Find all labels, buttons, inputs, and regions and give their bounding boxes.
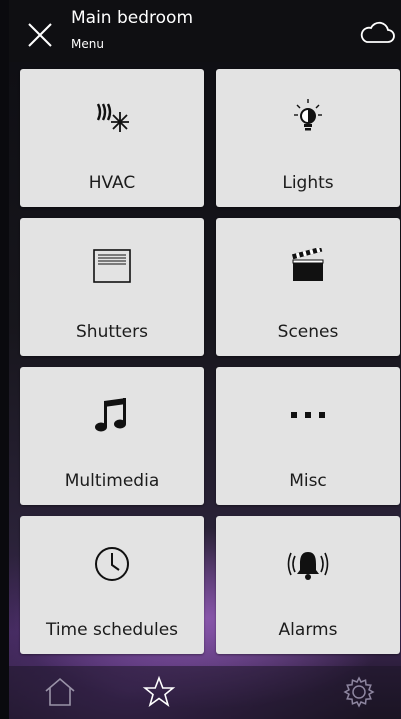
bottom-navigation <box>9 666 401 719</box>
tile-alarms[interactable]: Alarms <box>216 516 400 654</box>
tile-label: HVAC <box>88 173 136 193</box>
tile-lights[interactable]: Lights <box>216 69 400 207</box>
tile-time-schedules[interactable]: Time schedules <box>20 516 204 654</box>
tile-label: Misc <box>289 471 327 491</box>
tile-misc[interactable]: Misc <box>216 367 400 505</box>
page-subtitle: Menu <box>71 37 104 51</box>
tile-label: Scenes <box>277 322 339 342</box>
close-icon <box>28 23 52 47</box>
settings-gear-icon <box>343 676 375 708</box>
close-button[interactable] <box>23 18 57 52</box>
clock-icon <box>88 544 136 584</box>
tile-shutters[interactable]: Shutters <box>20 218 204 356</box>
music-note-icon <box>88 395 136 435</box>
alarm-bell-icon <box>284 544 332 584</box>
hvac-icon <box>88 97 136 137</box>
more-dots-icon <box>284 395 332 435</box>
shutters-icon <box>88 246 136 286</box>
tile-label: Shutters <box>76 322 148 342</box>
tile-multimedia[interactable]: Multimedia <box>20 367 204 505</box>
settings-button[interactable] <box>341 674 377 710</box>
tile-label: Lights <box>282 173 334 193</box>
favorites-button[interactable] <box>141 674 177 710</box>
tile-hvac[interactable]: HVAC <box>20 69 204 207</box>
cloud-button[interactable] <box>359 20 395 46</box>
clapperboard-icon <box>284 246 332 286</box>
tile-scenes[interactable]: Scenes <box>216 218 400 356</box>
header-bar: Main bedroom Menu <box>9 0 401 62</box>
home-icon <box>45 677 75 706</box>
lightbulb-icon <box>284 97 332 137</box>
star-icon <box>142 675 176 708</box>
page-title: Main bedroom <box>71 8 194 28</box>
home-button[interactable] <box>42 674 78 710</box>
tile-label: Multimedia <box>64 471 160 491</box>
tile-label: Time schedules <box>45 620 179 640</box>
tile-label: Alarms <box>278 620 338 640</box>
cloud-icon <box>360 21 395 43</box>
